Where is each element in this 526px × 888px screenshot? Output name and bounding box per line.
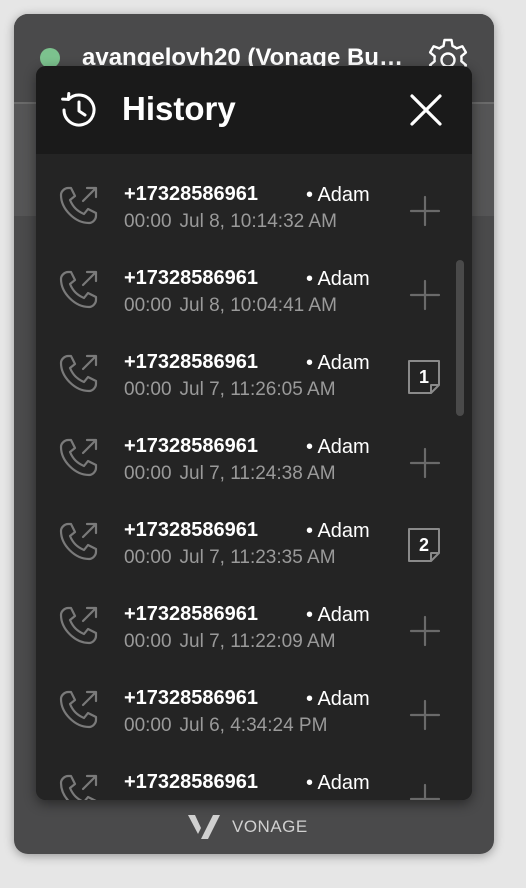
- call-duration: 00:00: [124, 295, 172, 316]
- call-duration: 00:00: [124, 379, 172, 400]
- call-meta: 00:00 Jul 7, 11:22:09 AM: [124, 631, 376, 653]
- app-window: avangelovh20 (Vonage Business) History +…: [14, 14, 494, 854]
- call-number: +17328586961: [124, 435, 259, 457]
- add-note-icon[interactable]: [408, 446, 442, 480]
- call-time: Jul 6, 4:30:52 PM: [180, 799, 328, 800]
- call-number: +17328586961: [124, 687, 259, 709]
- add-note-icon[interactable]: [408, 698, 442, 732]
- call-time: Jul 7, 11:24:38 AM: [179, 463, 336, 484]
- call-contact-tag: • Adam: [306, 520, 370, 542]
- history-title: History: [122, 90, 236, 127]
- call-history-row[interactable]: +17328586961 • Adam 00:00 Jul 6, 4:34:24 …: [36, 662, 456, 746]
- call-history-row[interactable]: +17328586961 • Adam 00:00 Jul 8, 10:14:32…: [36, 158, 456, 242]
- call-meta: 00:00 Jul 7, 11:24:38 AM: [124, 463, 376, 485]
- call-duration: 00:00: [124, 631, 172, 652]
- call-meta: 00:00 Jul 7, 11:23:35 AM: [124, 547, 376, 569]
- call-history-row[interactable]: +17328586961 • Adam 00:00 Jul 6, 4:30:52 …: [36, 746, 456, 800]
- call-number: +17328586961: [124, 267, 259, 289]
- call-number: +17328586961: [124, 351, 259, 373]
- call-duration: 00:00: [124, 463, 172, 484]
- call-number: +17328586961: [124, 183, 259, 205]
- call-duration: 00:00: [124, 547, 172, 568]
- call-history-row[interactable]: +17328586961 • Adam 00:00 Jul 7, 11:23:35…: [36, 494, 456, 578]
- call-history-row[interactable]: +17328586961 • Adam 00:00 Jul 7, 11:24:38…: [36, 410, 456, 494]
- history-header: History: [36, 66, 472, 154]
- outgoing-call-icon: [59, 354, 98, 393]
- add-note-icon[interactable]: [408, 782, 442, 800]
- outgoing-call-icon: [59, 606, 98, 645]
- call-time: Jul 7, 11:22:09 AM: [179, 631, 336, 652]
- call-meta: 00:00 Jul 6, 4:34:24 PM: [124, 715, 376, 737]
- call-number: +17328586961: [124, 519, 259, 541]
- call-contact-tag: • Adam: [306, 268, 370, 290]
- footer: VONAGE: [14, 810, 494, 840]
- outgoing-call-icon: [59, 438, 98, 477]
- call-number: +17328586961: [124, 771, 259, 793]
- call-time: Jul 7, 11:26:05 AM: [179, 379, 336, 400]
- call-history-row[interactable]: +17328586961 • Adam 00:00 Jul 7, 11:22:09…: [36, 578, 456, 662]
- outgoing-call-icon: [59, 186, 98, 225]
- call-contact-tag: • Adam: [306, 352, 370, 374]
- call-meta: 00:00 Jul 8, 10:04:41 AM: [124, 295, 376, 317]
- add-note-icon[interactable]: [408, 614, 442, 648]
- call-duration: 00:00: [124, 799, 172, 800]
- outgoing-call-icon: [59, 270, 98, 309]
- call-contact-tag: • Adam: [306, 772, 370, 794]
- call-history-list[interactable]: +17328586961 • Adam 00:00 Jul 8, 10:14:32…: [36, 154, 472, 800]
- call-meta: 00:00 Jul 8, 10:14:32 AM: [124, 211, 376, 233]
- outgoing-call-icon: [59, 522, 98, 561]
- add-note-icon[interactable]: [408, 194, 442, 228]
- call-contact-tag: • Adam: [306, 688, 370, 710]
- call-history-row[interactable]: +17328586961 • Adam 00:00 Jul 7, 11:26:05…: [36, 326, 456, 410]
- outgoing-call-icon: [59, 774, 98, 800]
- scrollbar-thumb[interactable]: [456, 260, 464, 416]
- history-clock-icon: [61, 92, 96, 127]
- call-contact-tag: • Adam: [306, 604, 370, 626]
- call-meta: 00:00 Jul 6, 4:30:52 PM: [124, 799, 376, 800]
- note-count-badge: 2: [418, 535, 429, 555]
- call-contact-tag: • Adam: [306, 184, 370, 206]
- call-duration: 00:00: [124, 715, 172, 736]
- add-note-icon[interactable]: [408, 278, 442, 312]
- vonage-brand-text: VONAGE: [232, 817, 308, 836]
- history-panel: History +17328586961 • Adam 00:00 Jul 8, …: [36, 66, 472, 800]
- outgoing-call-icon: [59, 690, 98, 729]
- call-time: Jul 8, 10:04:41 AM: [179, 295, 337, 316]
- notes-button[interactable]: 2: [406, 526, 442, 564]
- note-count-badge: 1: [418, 367, 429, 387]
- close-icon[interactable]: [406, 90, 446, 130]
- notes-button[interactable]: 1: [406, 358, 442, 396]
- call-time: Jul 8, 10:14:32 AM: [179, 211, 337, 232]
- call-time: Jul 7, 11:23:35 AM: [179, 547, 336, 568]
- call-contact-tag: • Adam: [306, 436, 370, 458]
- vonage-logo-icon: [188, 815, 220, 839]
- call-duration: 00:00: [124, 211, 172, 232]
- call-time: Jul 6, 4:34:24 PM: [179, 715, 328, 736]
- presence-status-dot[interactable]: [40, 48, 60, 68]
- call-history-row[interactable]: +17328586961 • Adam 00:00 Jul 8, 10:04:41…: [36, 242, 456, 326]
- call-number: +17328586961: [124, 603, 259, 625]
- call-meta: 00:00 Jul 7, 11:26:05 AM: [124, 379, 376, 401]
